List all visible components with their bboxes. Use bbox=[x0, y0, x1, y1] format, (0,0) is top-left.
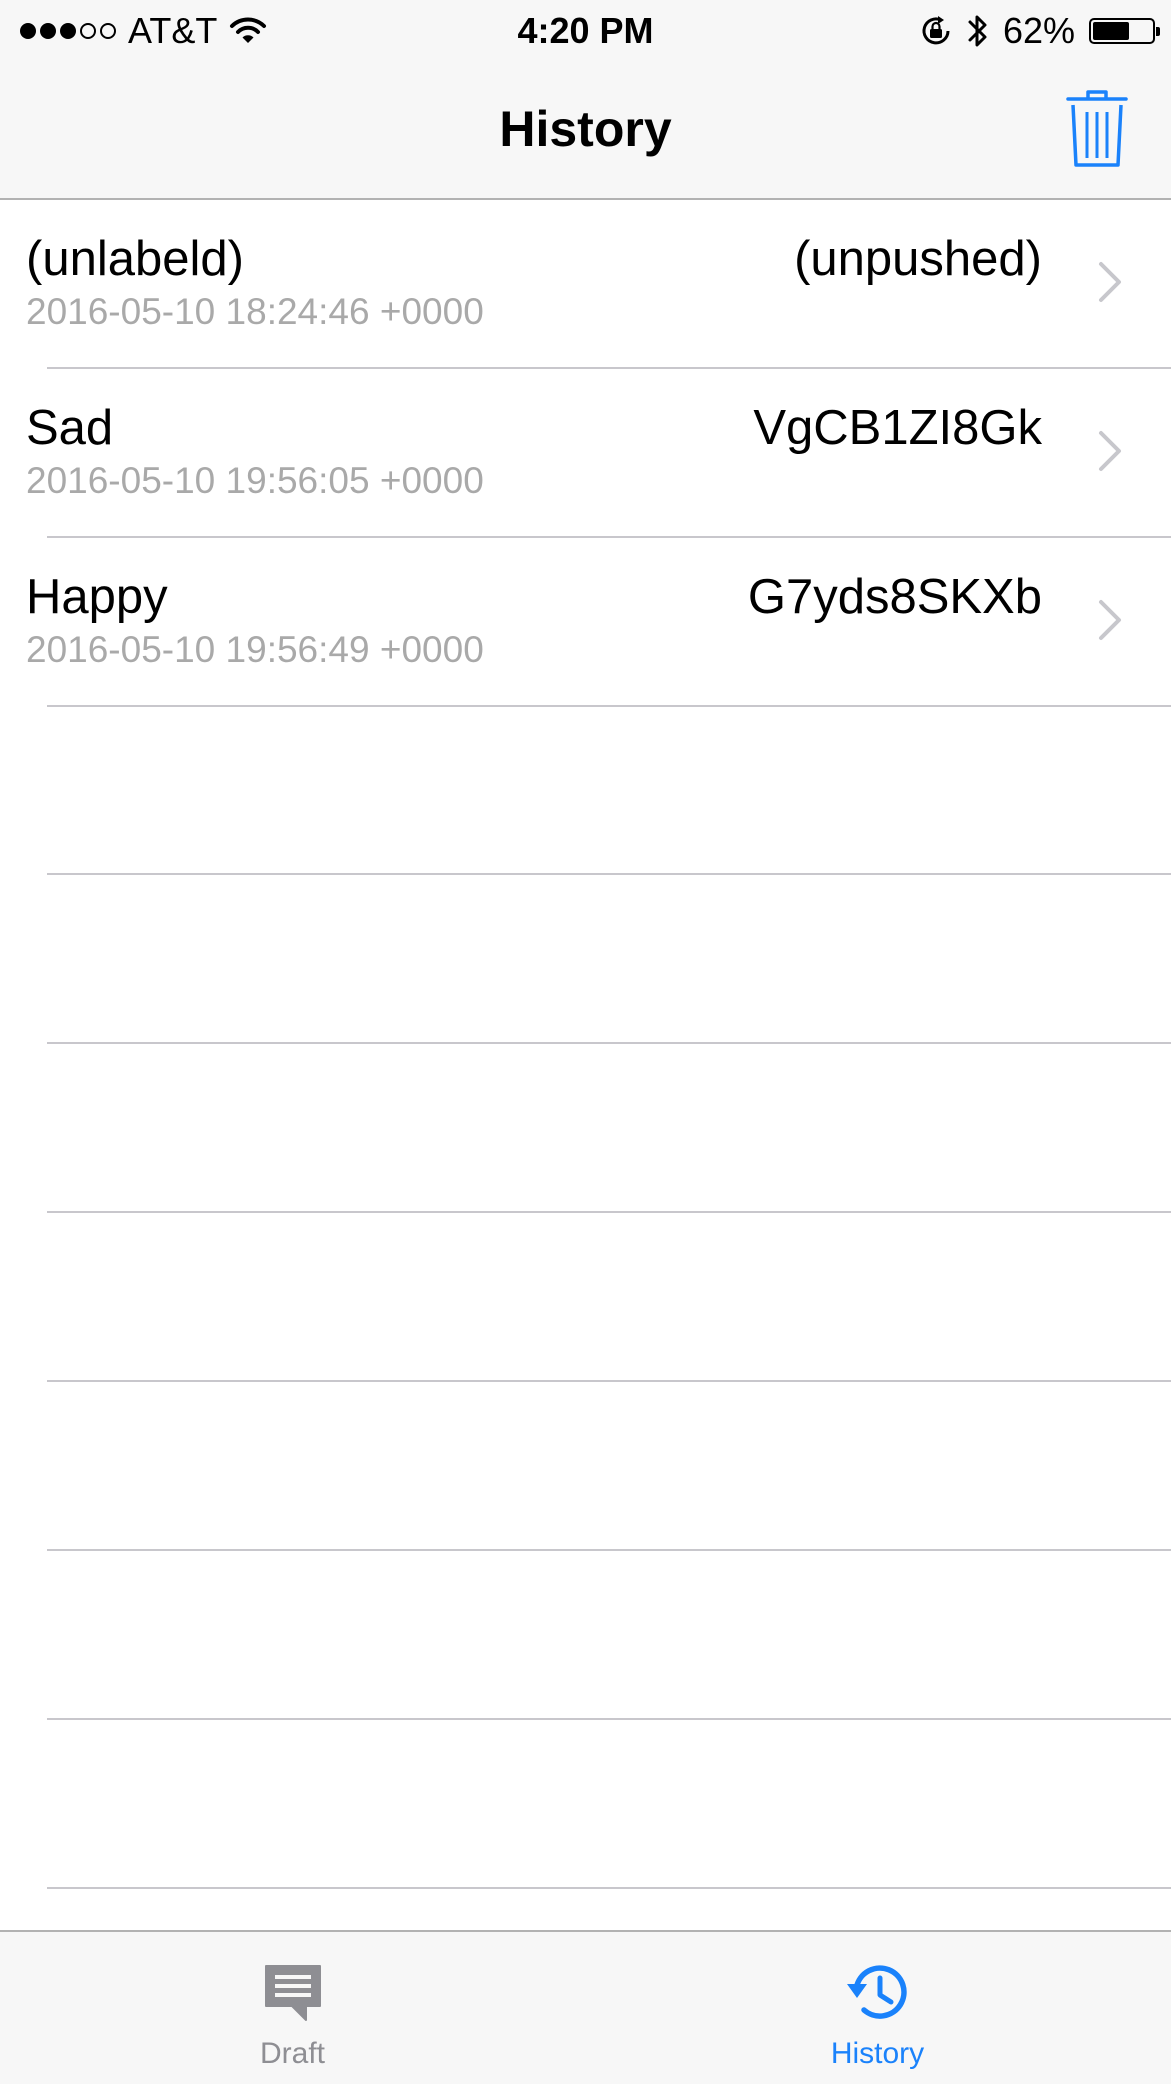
row-label: Sad bbox=[26, 401, 114, 455]
tab-draft[interactable]: Draft bbox=[0, 1932, 585, 2084]
row-separator bbox=[47, 705, 1171, 707]
history-row[interactable]: (unlabeld) 2016-05-10 18:24:46 +0000 (un… bbox=[0, 200, 1171, 369]
row-id: (unpushed) bbox=[794, 232, 1042, 286]
row-date: 2016-05-10 19:56:49 +0000 bbox=[26, 629, 484, 670]
bluetooth-icon bbox=[968, 15, 987, 47]
empty-row-separator bbox=[47, 1042, 1171, 1044]
tab-label: Draft bbox=[259, 2037, 325, 2070]
row-id: VgCB1ZI8Gk bbox=[753, 401, 1042, 455]
battery-level bbox=[1093, 22, 1129, 40]
delete-all-button[interactable] bbox=[1065, 88, 1129, 170]
chevron-right-icon bbox=[1099, 431, 1121, 471]
message-icon bbox=[264, 1965, 321, 2021]
history-icon bbox=[846, 1965, 907, 2019]
battery-percentage: 62% bbox=[1002, 10, 1075, 51]
page-title: History bbox=[499, 101, 672, 157]
history-list[interactable]: (unlabeld) 2016-05-10 18:24:46 +0000 (un… bbox=[0, 200, 1171, 1930]
empty-row-separator bbox=[47, 1887, 1171, 1889]
chevron-right-icon bbox=[1099, 262, 1121, 302]
chevron-right-icon bbox=[1099, 600, 1121, 640]
tab-label: History bbox=[830, 2037, 925, 2070]
empty-row-separator bbox=[47, 1211, 1171, 1213]
row-id: G7yds8SKXb bbox=[747, 570, 1042, 624]
tab-bar: Draft History bbox=[0, 1930, 1171, 2084]
empty-row-separator bbox=[47, 873, 1171, 875]
row-date: 2016-05-10 19:56:05 +0000 bbox=[26, 460, 484, 501]
navigation-bar: History bbox=[0, 62, 1171, 200]
battery-nub bbox=[1156, 27, 1160, 36]
row-date: 2016-05-10 18:24:46 +0000 bbox=[26, 291, 484, 332]
rotation-lock-icon bbox=[922, 16, 950, 45]
history-row[interactable]: Sad 2016-05-10 19:56:05 +0000 VgCB1ZI8Gk bbox=[0, 369, 1171, 538]
row-label: (unlabeld) bbox=[26, 232, 244, 286]
battery-icon bbox=[1089, 18, 1160, 44]
trash-icon bbox=[1066, 90, 1128, 167]
status-right: 62% bbox=[919, 8, 1160, 54]
history-row[interactable]: Happy 2016-05-10 19:56:49 +0000 G7yds8SK… bbox=[0, 538, 1171, 707]
empty-row-separator bbox=[47, 1549, 1171, 1551]
tab-history[interactable]: History bbox=[585, 1932, 1170, 2084]
row-label: Happy bbox=[26, 570, 168, 624]
status-bar: AT&T 4:20 PM 62% bbox=[0, 0, 1171, 62]
empty-row-separator bbox=[47, 1380, 1171, 1382]
empty-row-separator bbox=[47, 1718, 1171, 1720]
